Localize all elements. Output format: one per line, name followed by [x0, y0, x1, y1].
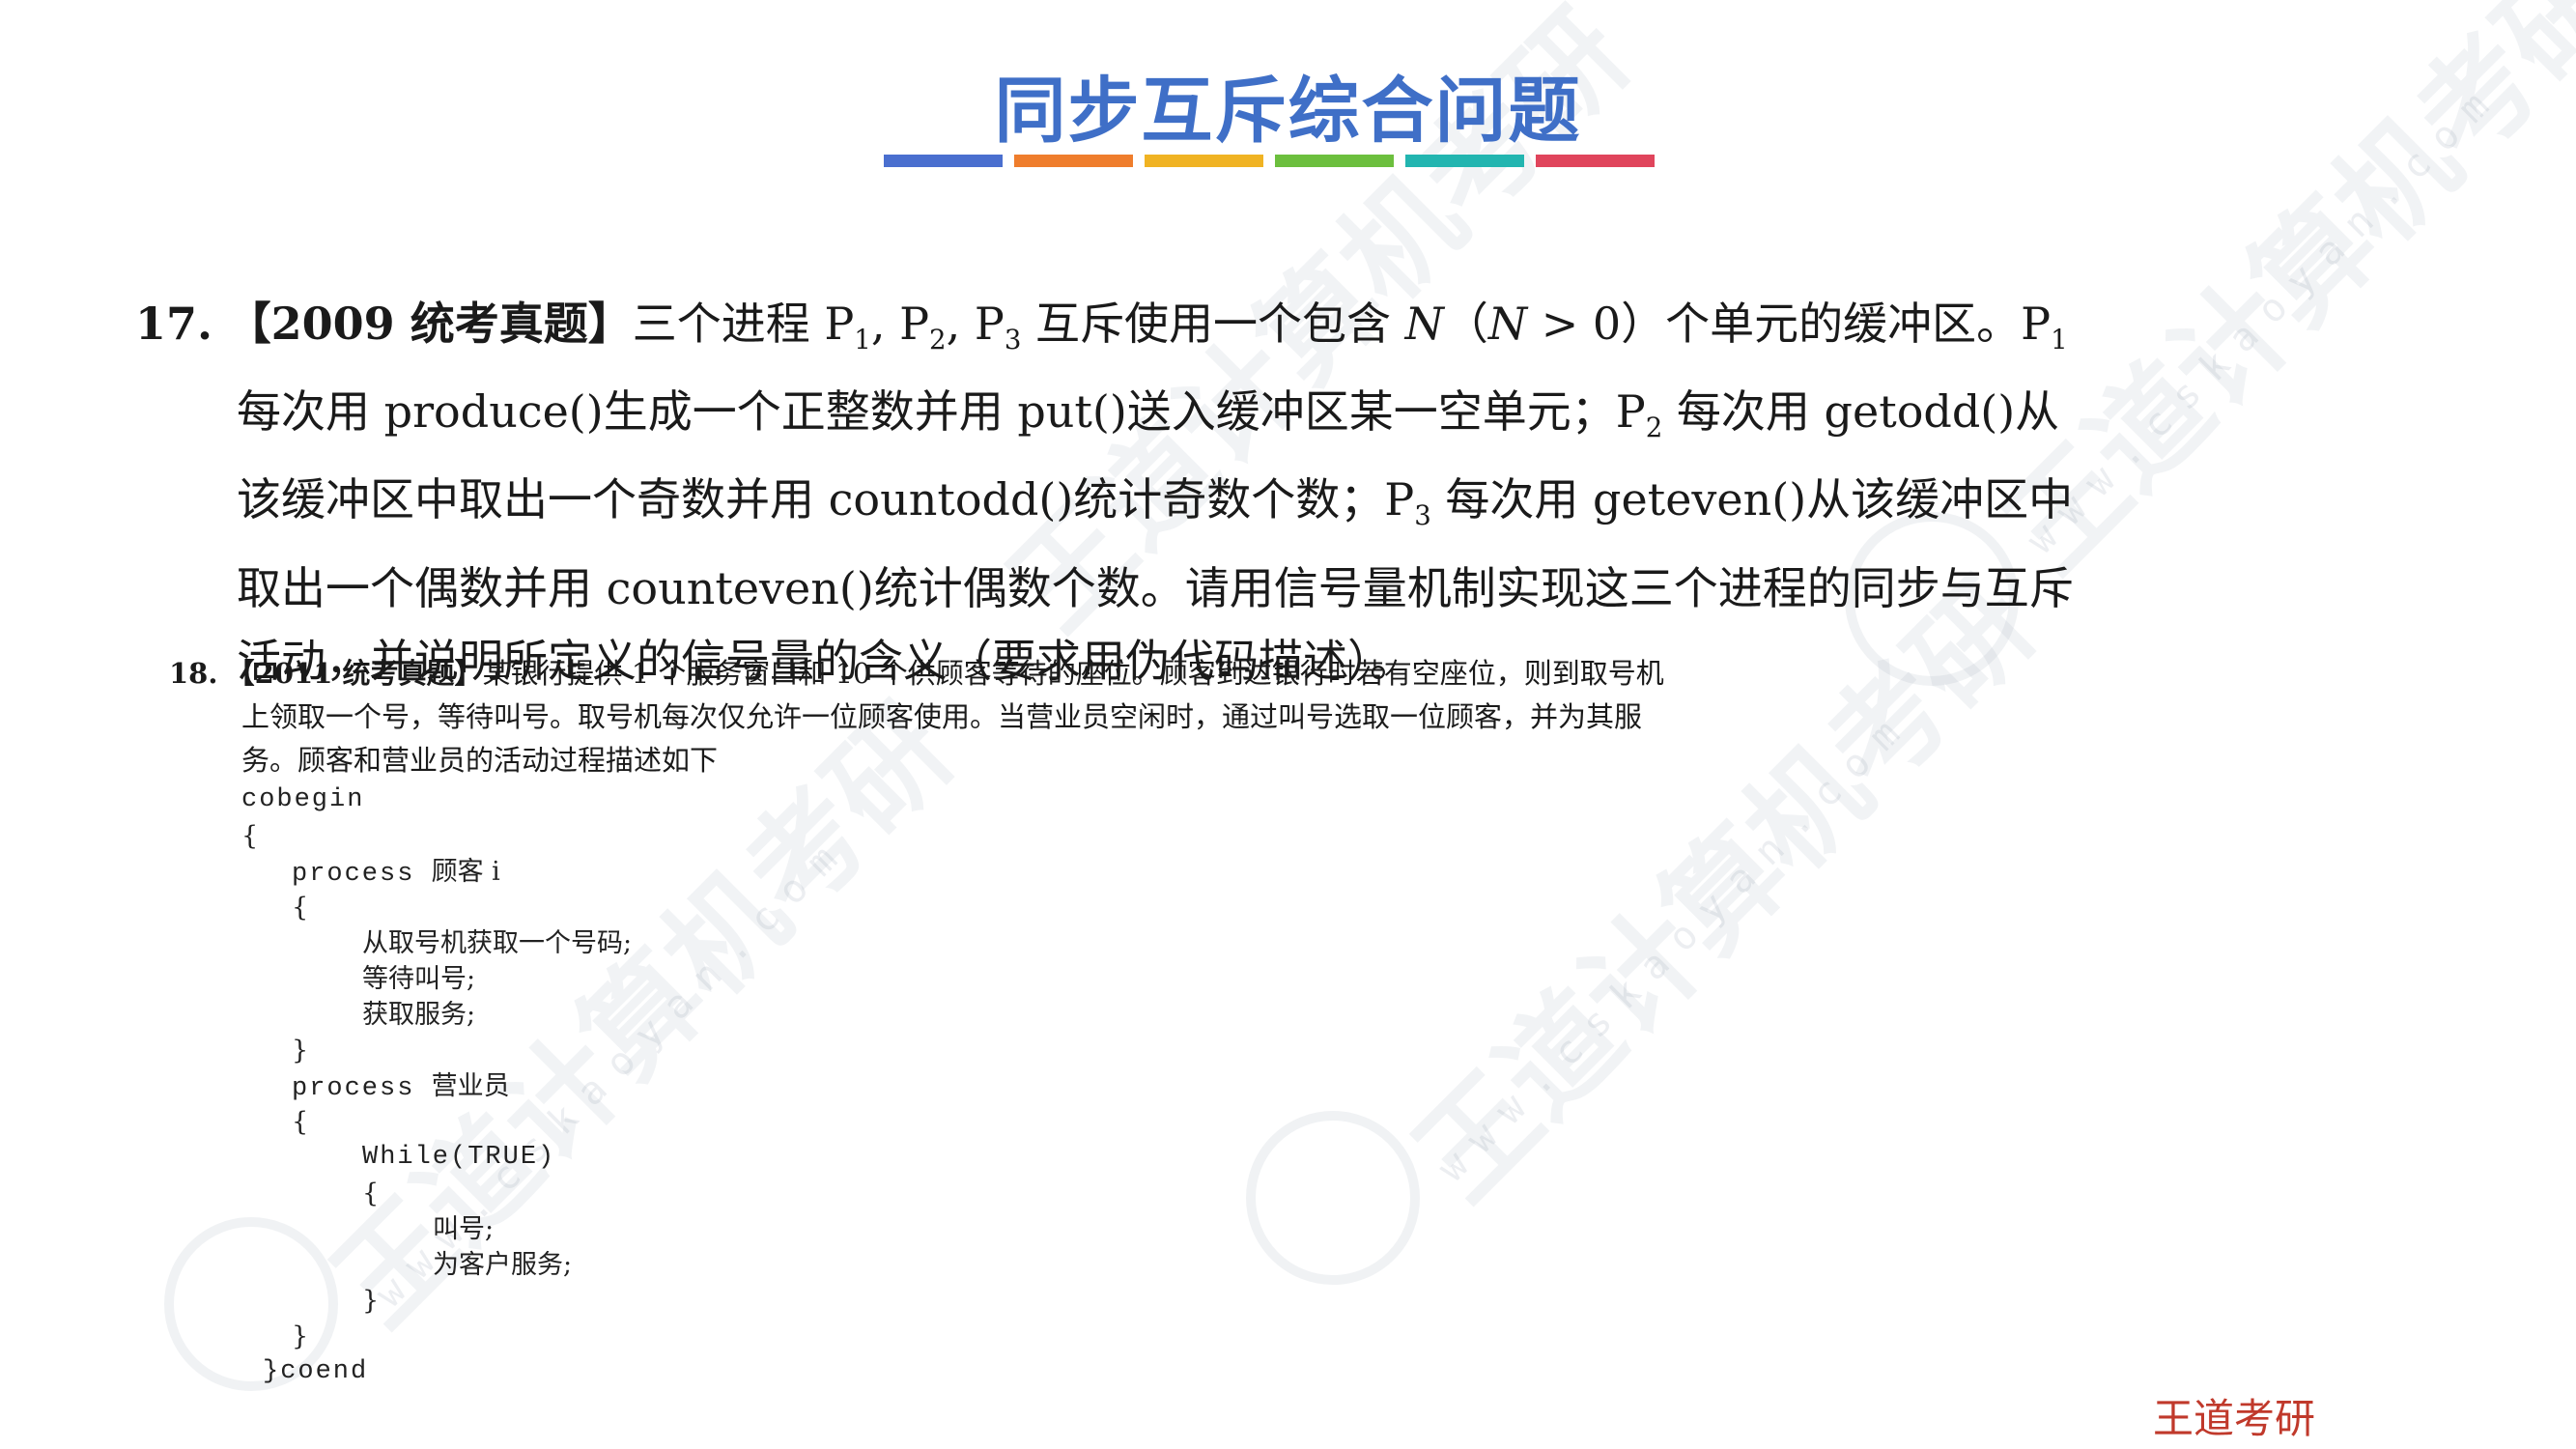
seal-icon: [1246, 1111, 1420, 1285]
code-line: }: [292, 1321, 309, 1351]
title-bar: [1014, 155, 1133, 167]
q17-text: > 0）个单元的缓冲区。P: [1527, 298, 2052, 350]
title-bar: [1145, 155, 1263, 167]
code-line: }: [362, 1286, 380, 1316]
q17-italic: N: [1404, 298, 1444, 350]
title-bar: [1275, 155, 1394, 167]
q17-text: , P: [946, 298, 1005, 350]
q17-sub: 3: [1004, 324, 1022, 356]
code-line: }coend: [263, 1357, 369, 1386]
code-line: {: [362, 1179, 380, 1208]
question-18-body: 18. 【2011 统考真题】某银行提供 1 个服务窗口和 10 个供顾客等待的…: [169, 652, 1676, 782]
question-18: 18. 【2011 统考真题】某银行提供 1 个服务窗口和 10 个供顾客等待的…: [169, 652, 1676, 782]
q17-italic: N: [1487, 298, 1528, 350]
code-process-name: 营业员: [431, 1071, 510, 1101]
brand-logo-text: 王道考研: [2152, 1395, 2315, 1442]
code-line: }: [292, 1036, 309, 1065]
title-bar: [1405, 155, 1524, 167]
code-line: process 营业员: [241, 1068, 632, 1104]
question-17-body: 17. 【2009 统考真题】三个进程 P1, P2, P3 互斥使用一个包含 …: [135, 288, 2086, 697]
q17-sub: 1: [2051, 324, 2068, 356]
question-number: 17.: [135, 298, 213, 350]
q17-text: 三个进程 P: [632, 298, 855, 350]
q17-text: 互斥使用一个包含: [1021, 298, 1405, 350]
q17-text: , P: [870, 298, 930, 350]
title-bar: [1536, 155, 1655, 167]
q17-sub: 1: [854, 324, 871, 356]
q17-text: 每次用 produce()生成一个正整数并用 put()送入缓冲区某一空单元；P: [237, 385, 1646, 439]
code-line: {: [292, 1107, 309, 1137]
code-line: 等待叫号;: [362, 964, 476, 994]
q17-sub: 3: [1414, 499, 1431, 532]
question-17: 17. 【2009 统考真题】三个进程 P1, P2, P3 互斥使用一个包含 …: [135, 288, 2086, 697]
question-number: 18.: [169, 657, 218, 690]
q17-sub: 2: [1645, 412, 1663, 444]
code-line: 为客户服务;: [433, 1250, 573, 1280]
question-tag: 【2011 统考真题】: [226, 657, 483, 690]
title-underline-bars: [884, 155, 1655, 167]
pseudocode-block: cobegin { process 顾客 i { 从取号机获取一个号码; 等待叫…: [241, 782, 632, 1390]
code-line: 获取服务;: [362, 1000, 476, 1030]
code-keyword: process: [292, 860, 415, 889]
code-line: While(TRUE): [362, 1143, 556, 1172]
code-process-name: 顾客 i: [431, 857, 500, 887]
code-line: 从取号机获取一个号码;: [362, 928, 633, 958]
code-line: cobegin: [241, 785, 365, 814]
code-keyword: process: [292, 1074, 415, 1103]
code-line: {: [292, 893, 309, 923]
title-bar: [884, 155, 1003, 167]
q17-text: （: [1443, 298, 1488, 350]
q17-sub: 2: [929, 324, 947, 356]
question-tag: 【2009 统考真题】: [226, 298, 633, 350]
code-line: process 顾客 i: [241, 854, 632, 890]
code-line: {: [241, 821, 259, 851]
slide-title: 同步互斥综合问题: [994, 70, 1582, 153]
code-line: 叫号;: [433, 1214, 495, 1244]
